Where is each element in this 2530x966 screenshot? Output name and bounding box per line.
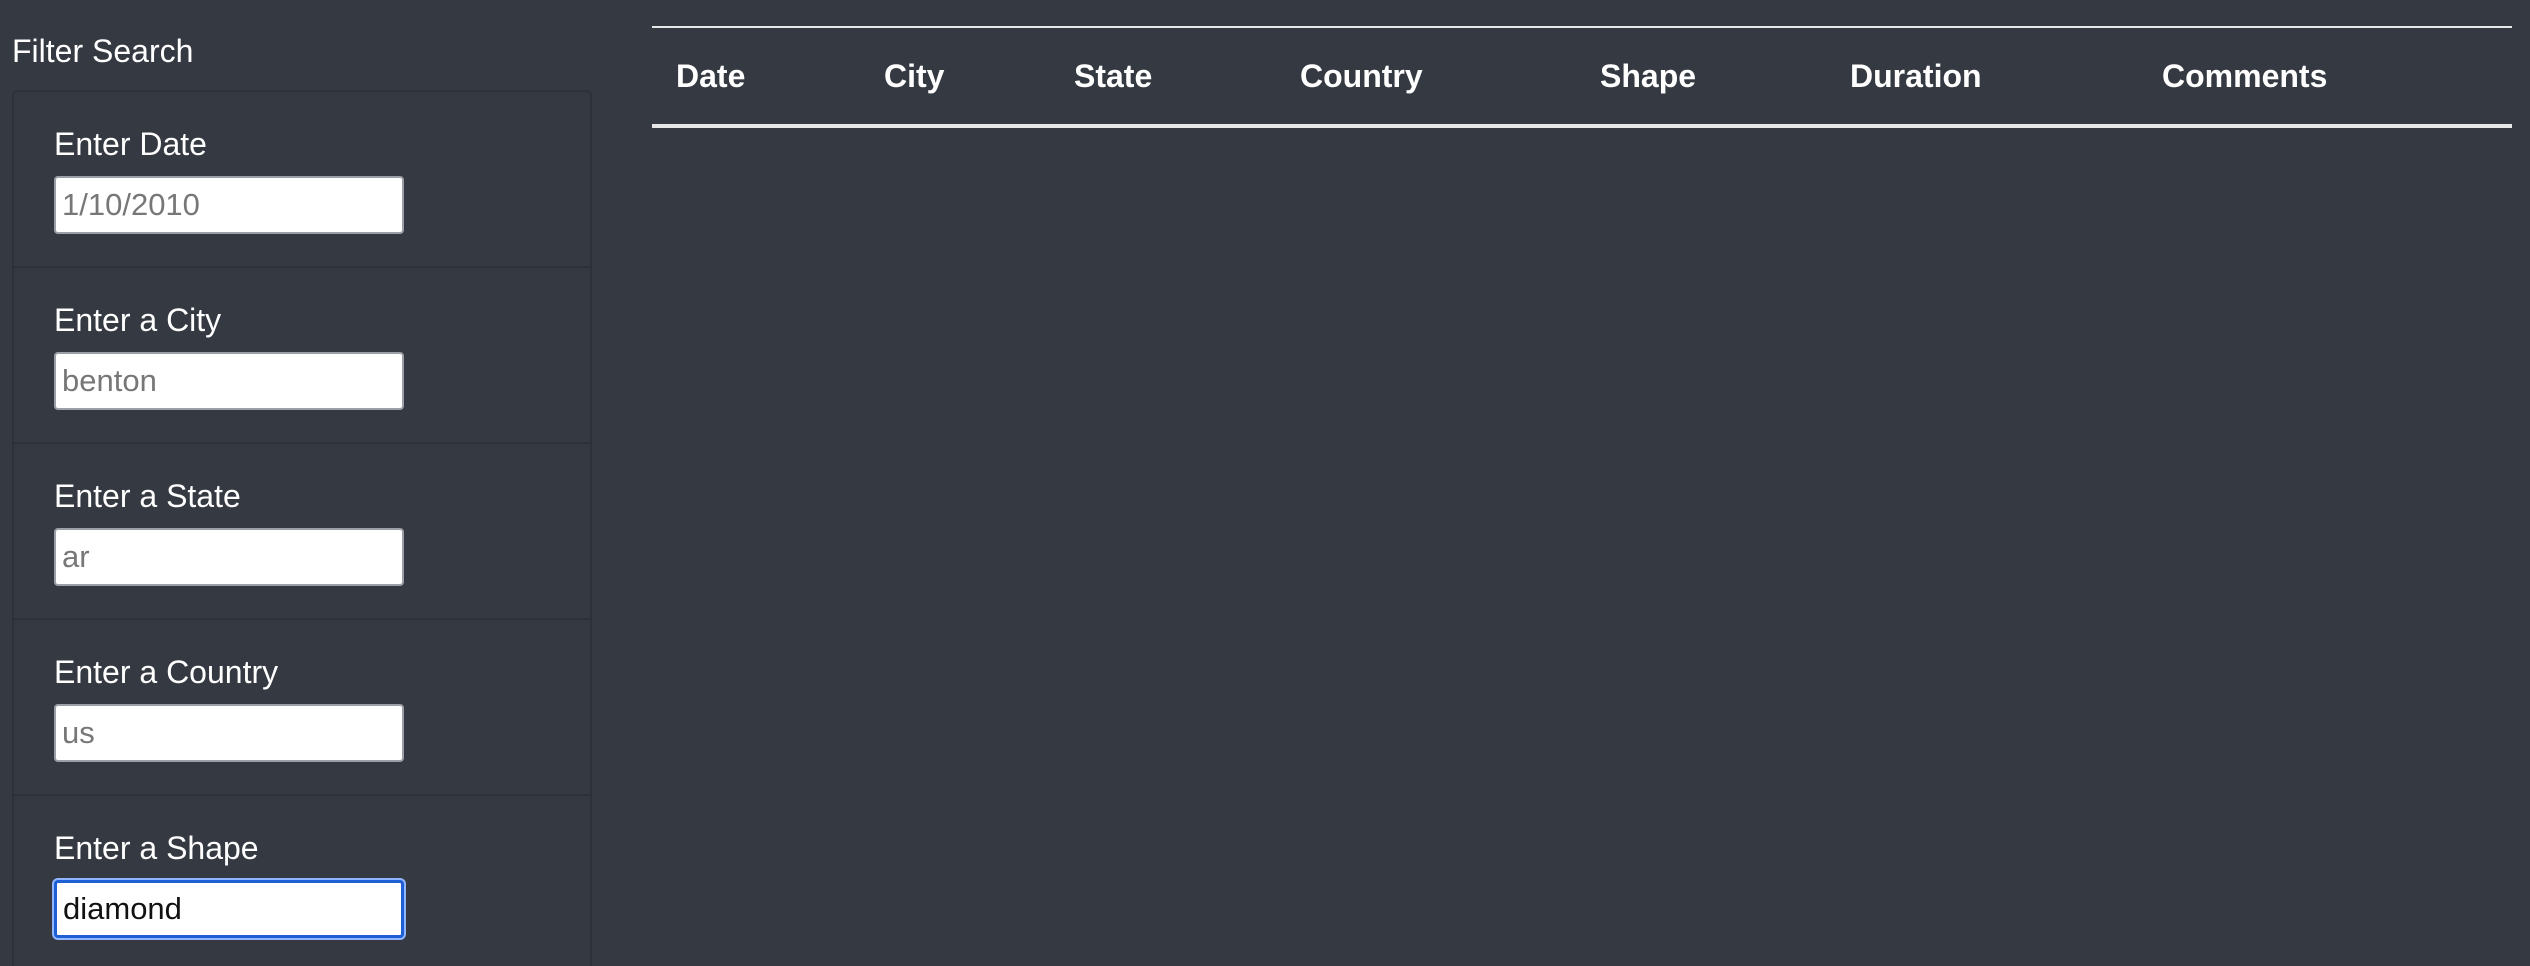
table-header-row: Date City State Country Shape Duration C… [652, 27, 2512, 126]
column-header-shape: Shape [1600, 57, 1697, 94]
sidebar-title: Filter Search [12, 33, 194, 69]
state-input[interactable] [54, 528, 404, 586]
filter-item-date: Enter Date [14, 92, 590, 268]
filter-list: Enter Date Enter a City Enter a State En… [12, 90, 592, 966]
column-header-comments: Comments [2162, 57, 2328, 94]
column-header-state: State [1074, 57, 1153, 94]
column-header-duration: Duration [1850, 57, 1982, 94]
filter-item-shape: Enter a Shape [14, 796, 590, 966]
date-label: Enter Date [54, 126, 207, 162]
country-input[interactable] [54, 704, 404, 762]
page: Filter Search Enter Date Enter a City En… [0, 0, 2530, 966]
date-input[interactable] [54, 176, 404, 234]
city-label: Enter a City [54, 302, 222, 338]
ufo-sightings-table: Date City State Country Shape Duration C… [652, 26, 2512, 128]
table-header: Date City State Country Shape Duration C… [652, 27, 2512, 126]
column-header-date: Date [676, 57, 746, 94]
filter-item-city: Enter a City [14, 268, 590, 444]
column-header-country: Country [1300, 57, 1423, 94]
shape-label: Enter a Shape [54, 830, 259, 866]
shape-input[interactable] [54, 880, 404, 938]
filter-item-state: Enter a State [14, 444, 590, 620]
filter-sidebar: Filter Search Enter Date Enter a City En… [12, 28, 592, 966]
state-label: Enter a State [54, 478, 241, 514]
city-input[interactable] [54, 352, 404, 410]
column-header-city: City [884, 57, 945, 94]
filter-item-country: Enter a Country [14, 620, 590, 796]
country-label: Enter a Country [54, 654, 279, 690]
results-area: Date City State Country Shape Duration C… [652, 26, 2512, 128]
